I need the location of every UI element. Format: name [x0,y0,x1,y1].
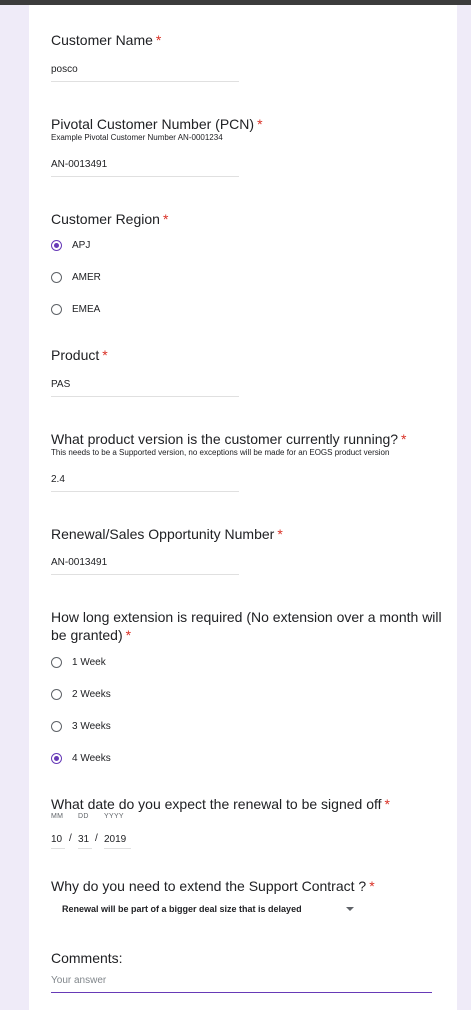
date-day-input[interactable]: 31 [78,833,92,849]
question-customer-region: Customer Region * [51,211,169,227]
question-pcn: Pivotal Customer Number (PCN) * [51,116,263,132]
date-year-input[interactable]: 2019 [104,833,131,849]
radio-unchecked-icon[interactable] [51,720,62,732]
required-mark: * [102,347,108,363]
radio-unchecked-icon[interactable] [51,688,62,700]
radio-unchecked-icon[interactable] [51,656,62,668]
product-input[interactable]: PAS [51,377,239,397]
required-mark: * [125,627,132,643]
comments-input[interactable]: Your answer [51,975,432,993]
date-separator: / [95,833,98,844]
pcn-help-text: Example Pivotal Customer Number AN-00012… [51,133,223,142]
extension-option-2-weeks[interactable]: 2 Weeks [51,687,111,701]
question-signoff-date: What date do you expect the renewal to b… [51,796,390,812]
required-mark: * [369,878,375,894]
radio-checked-icon[interactable] [51,752,62,764]
required-mark: * [401,431,407,447]
region-option-amer[interactable]: AMER [51,270,101,284]
reason-dropdown-value: Renewal will be part of a bigger deal si… [62,904,302,914]
question-product-version: What product version is the customer cur… [51,431,407,447]
extension-option-4-weeks[interactable]: 4 Weeks [51,751,111,765]
question-extension-length-line2: be granted) * [51,627,132,643]
required-mark: * [162,211,169,227]
date-day-label: DD [78,813,89,820]
date-year-label: YYYY [104,813,124,820]
version-input[interactable]: 2.4 [51,472,239,492]
opportunity-input[interactable]: AN-0013491 [51,555,239,575]
required-mark: * [155,32,162,48]
required-mark: * [384,796,390,812]
date-month-input[interactable]: 10 [51,833,65,849]
region-option-apj[interactable]: APJ [51,238,90,252]
radio-unchecked-icon[interactable] [51,303,62,315]
region-option-emea[interactable]: EMEA [51,302,100,316]
radio-checked-icon[interactable] [51,239,62,251]
pcn-input[interactable]: AN-0013491 [51,157,239,177]
question-customer-name: Customer Name * [51,32,162,48]
version-help-text: This needs to be a Supported version, no… [51,448,390,457]
question-extension-length: How long extension is required (No exten… [51,609,442,625]
date-separator: / [69,833,72,844]
date-month-label: MM [51,813,64,820]
form-card [29,5,457,1010]
question-opportunity-number: Renewal/Sales Opportunity Number * [51,526,283,542]
extension-option-3-weeks[interactable]: 3 Weeks [51,719,111,733]
required-mark: * [257,116,263,132]
radio-unchecked-icon[interactable] [51,271,62,283]
reason-dropdown[interactable]: Renewal will be part of a bigger deal si… [51,898,361,920]
question-comments: Comments: [51,950,123,966]
customer-name-input[interactable]: posco [51,62,239,82]
required-mark: * [277,526,283,542]
chevron-down-icon[interactable] [346,907,354,911]
question-extension-reason: Why do you need to extend the Support Co… [51,878,375,894]
question-product: Product * [51,347,108,363]
extension-option-1-week[interactable]: 1 Week [51,655,106,669]
